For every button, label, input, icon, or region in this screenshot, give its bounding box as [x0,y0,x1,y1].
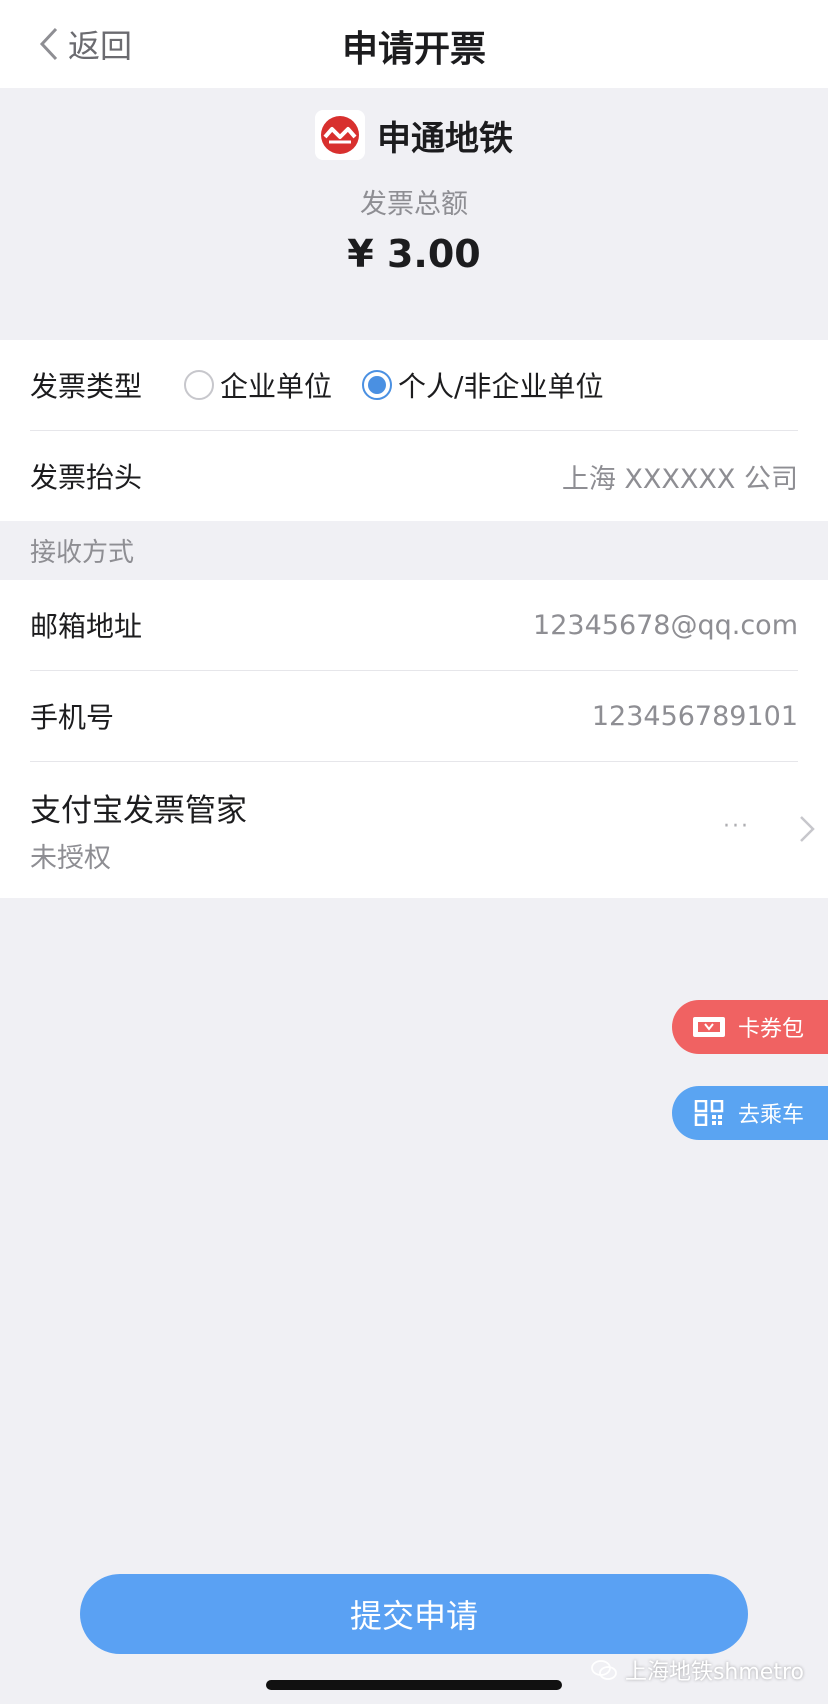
metro-logo-icon [315,110,365,160]
ride-label: 去乘车 [738,1103,805,1128]
receive-method-card: 邮箱地址 12345678@qq.com 手机号 123456789101 支付… [0,580,828,898]
submit-button[interactable]: 提交申请 [80,1574,748,1654]
alipay-invoice-manager-row[interactable]: 支付宝发票管家 未授权 ··· [30,761,815,898]
nav-bar: 返回 申请开票 [0,0,828,88]
wallet-button[interactable]: 卡券包 [672,1000,828,1054]
invoice-type-radio-group: 企业单位 个人/非企业单位 [184,365,633,405]
email-label: 邮箱地址 [30,610,143,643]
phone-field[interactable]: 123456789101 [592,701,798,732]
ticket-icon [693,1017,725,1037]
wallet-label: 卡券包 [738,1017,805,1042]
invoice-summary: 申通地铁 发票总额 ¥ 3.00 [0,88,828,340]
ride-button[interactable]: 去乘车 [672,1086,828,1140]
watermark-text: 上海地铁shmetro [624,1660,804,1685]
qr-code-icon [694,1100,724,1126]
brand-name: 申通地铁 [377,118,513,159]
invoice-type-row: 发票类型 企业单位 个人/非企业单位 [30,340,798,430]
invoice-application-page: 返回 申请开票 申通地铁 发票总额 ¥ 3.00 发票类型 企业单位 个人/非企… [0,0,828,1704]
phone-label: 手机号 [30,701,115,734]
radio-option-personal[interactable]: 个人/非企业单位 [362,365,603,405]
more-dots: ··· [723,814,750,839]
radio-selected-icon [362,370,393,400]
watermark: 上海地铁shmetro [591,1654,804,1686]
radio-option-enterprise[interactable]: 企业单位 [184,365,332,405]
radio-unselected-icon [184,370,215,400]
brand: 申通地铁 [0,110,828,160]
chevron-right-icon [800,816,815,842]
invoice-title-row[interactable]: 发票抬头 上海 XXXXXX 公司 [30,430,798,521]
invoice-title-label: 发票抬头 [30,461,143,494]
invoice-title-field[interactable]: 上海 XXXXXX 公司 [562,457,798,496]
radio-label: 个人/非企业单位 [398,370,604,403]
home-indicator [266,1680,562,1690]
alipay-title: 支付宝发票管家 [30,793,247,829]
wechat-icon [591,1660,617,1680]
email-field[interactable]: 12345678@qq.com [533,610,798,641]
receive-method-header: 接收方式 [30,538,135,568]
invoice-type-label: 发票类型 [30,370,143,403]
total-label: 发票总额 [360,189,468,220]
phone-row[interactable]: 手机号 123456789101 [30,670,798,761]
total-amount: ¥ 3.00 [347,232,481,276]
invoice-info-card: 发票类型 企业单位 个人/非企业单位 发票抬头 上海 XXXXXX 公司 [0,340,828,521]
page-title: 申请开票 [341,29,486,70]
alipay-status: 未授权 [30,843,111,874]
email-row[interactable]: 邮箱地址 12345678@qq.com [30,580,798,670]
radio-label: 企业单位 [220,370,333,403]
